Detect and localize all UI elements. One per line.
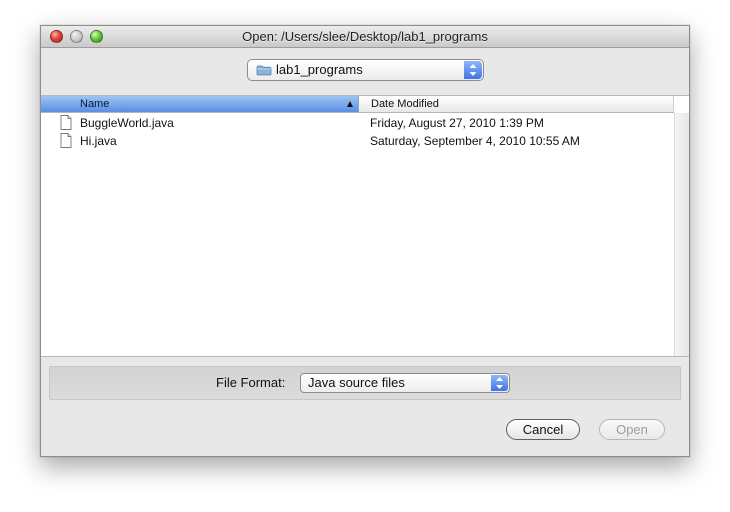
location-popup[interactable]: lab1_programs (247, 59, 484, 81)
open-button[interactable]: Open (599, 419, 665, 440)
select-arrows-icon (491, 375, 508, 391)
file-date-modified: Saturday, September 4, 2010 10:55 AM (370, 134, 580, 148)
document-icon (60, 133, 72, 148)
file-name: BuggleWorld.java (80, 116, 174, 130)
file-format-value: Java source files (308, 375, 405, 390)
file-name: Hi.java (80, 134, 117, 148)
column-header-name[interactable]: Name (41, 96, 359, 112)
sort-ascending-icon (347, 101, 353, 107)
file-format-select[interactable]: Java source files (300, 373, 510, 393)
file-browser: Name Date Modified BuggleWorld.java Frid… (41, 95, 689, 357)
popup-arrows-icon (464, 61, 482, 79)
minimize-window-button[interactable] (70, 30, 83, 43)
file-table-header: Name Date Modified (41, 96, 674, 113)
document-icon (60, 115, 72, 130)
column-header-date-modified[interactable]: Date Modified (359, 96, 674, 112)
file-list: BuggleWorld.java Friday, August 27, 2010… (41, 113, 674, 356)
column-header-name-label: Name (80, 98, 110, 110)
zoom-window-button[interactable] (90, 30, 103, 43)
location-popup-value: lab1_programs (276, 62, 363, 77)
folder-icon (256, 65, 272, 76)
file-date-modified: Friday, August 27, 2010 1:39 PM (370, 116, 544, 130)
title-bar[interactable]: Open: /Users/slee/Desktop/lab1_programs (41, 26, 689, 48)
open-file-dialog: Open: /Users/slee/Desktop/lab1_programs … (40, 25, 690, 457)
close-window-button[interactable] (50, 30, 63, 43)
file-row[interactable]: Hi.java Saturday, September 4, 2010 10:5… (41, 132, 674, 150)
file-list-vertical-scrollbar[interactable] (674, 113, 689, 356)
file-format-label: File Format: (216, 375, 286, 390)
file-format-panel: File Format: Java source files (49, 366, 681, 400)
column-header-date-modified-label: Date Modified (371, 98, 439, 110)
window-title: Open: /Users/slee/Desktop/lab1_programs (242, 29, 488, 44)
file-row[interactable]: BuggleWorld.java Friday, August 27, 2010… (41, 114, 674, 132)
cancel-button[interactable]: Cancel (506, 419, 580, 440)
